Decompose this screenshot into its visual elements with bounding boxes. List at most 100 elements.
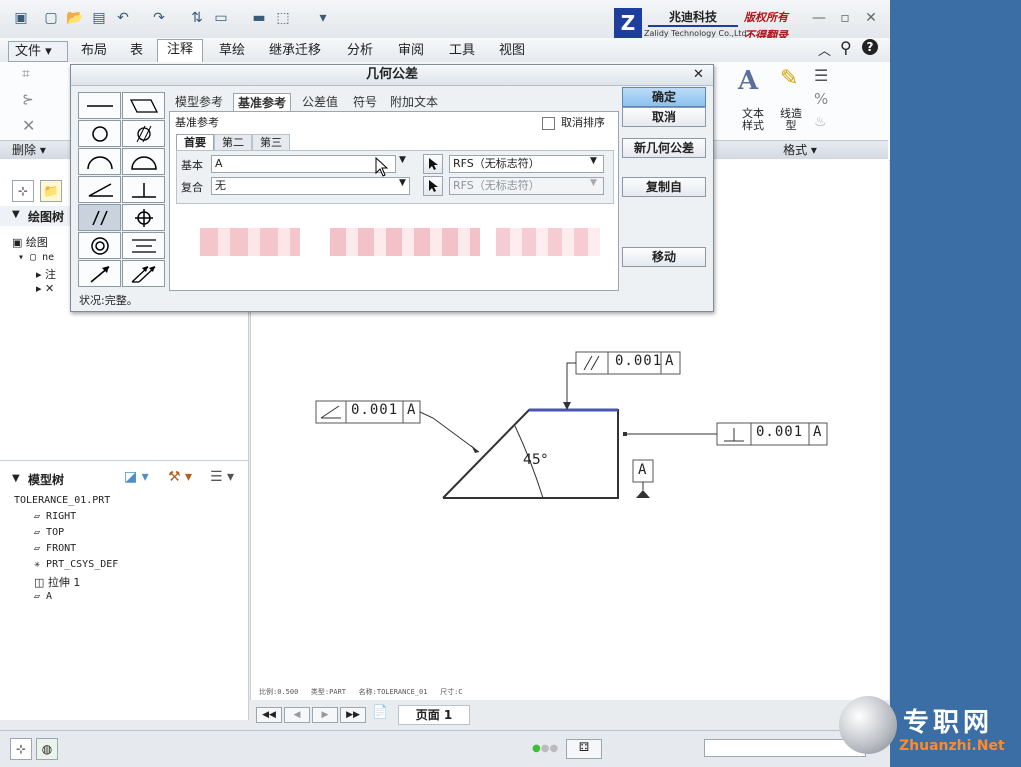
composite-datum-field[interactable]: 无 — [211, 177, 410, 195]
tab-layout[interactable]: 布局 — [72, 41, 116, 61]
tab-review[interactable]: 审阅 — [389, 41, 433, 61]
parallelism-symbol-button[interactable] — [78, 204, 121, 231]
navigator-toggle-icon[interactable]: ⊹ — [10, 738, 32, 760]
copy-from-button[interactable]: 复制自 — [622, 177, 706, 197]
new-page-icon[interactable]: 📄 — [372, 705, 392, 723]
ribbon-format-icon-2[interactable]: % — [814, 90, 828, 108]
help-icon[interactable]: ? — [862, 39, 878, 55]
basic-dropdown-icon[interactable]: ▼ — [399, 155, 406, 165]
collapse-icon[interactable]: ▼ — [12, 209, 20, 220]
tab-model-reference[interactable]: 模型参考 — [171, 93, 227, 111]
tab-table[interactable]: 表 — [121, 41, 152, 61]
move-button[interactable]: 移动 — [622, 247, 706, 267]
model-tree-item-csys[interactable]: ✳ PRT_CSYS_DEF — [34, 559, 118, 570]
file-menu[interactable]: 文件 ▾ — [8, 41, 68, 62]
find-icon[interactable]: ⚃ — [566, 739, 602, 759]
basic-material-condition-select[interactable]: RFS（无标志符） — [449, 155, 604, 173]
basic-select-arrow-button[interactable] — [423, 154, 443, 174]
model-tree-collapse-icon[interactable]: ▼ — [12, 473, 20, 484]
model-tree-root[interactable]: TOLERANCE_01.PRT — [14, 495, 110, 506]
undo-icon[interactable]: ↶ — [112, 8, 134, 28]
select-box-icon[interactable]: ⬚ — [272, 8, 294, 28]
tab-annotate[interactable]: 注释 — [157, 39, 204, 63]
drawing-tree-item-2[interactable]: ▸ ✕ — [36, 282, 54, 295]
new-file-icon[interactable]: ▢ — [40, 8, 62, 28]
delete-x-icon[interactable]: ✕ — [22, 116, 35, 135]
navigator-tree-tab[interactable]: ⊹ — [12, 180, 34, 202]
angularity-symbol-button[interactable] — [78, 176, 121, 203]
tab-analysis[interactable]: 分析 — [338, 41, 382, 61]
tab-sketch[interactable]: 草绘 — [210, 41, 254, 61]
tab-additional-text[interactable]: 附加文本 — [386, 93, 442, 111]
show-icon[interactable]: ◪ ▾ — [124, 469, 149, 485]
format-group-bar[interactable]: 格式 ▾ — [712, 140, 888, 159]
ribbon-tool-icon-2[interactable]: ⊱ — [22, 92, 34, 108]
ribbon-format-icon-1[interactable]: ☰ — [814, 66, 828, 85]
app-icon[interactable]: ▣ — [10, 8, 32, 28]
text-style-label[interactable]: 文本 样式 — [738, 108, 768, 132]
page-tab[interactable]: 页面 1 — [398, 705, 470, 725]
save-icon[interactable]: ▤ — [88, 8, 110, 28]
ribbon-format-icon-3[interactable]: ♨ — [814, 114, 827, 130]
folder-icon[interactable]: ▬ — [248, 8, 270, 28]
subtab-primary[interactable]: 首要 — [176, 134, 214, 151]
flatness-symbol-button[interactable] — [122, 92, 165, 119]
ok-button[interactable]: 确定 — [622, 87, 706, 107]
customize-chevron-icon[interactable]: ▾ — [312, 8, 334, 28]
tab-view[interactable]: 视图 — [490, 41, 534, 61]
tab-datum-reference[interactable]: 基准参考 — [233, 93, 292, 112]
symmetry-symbol-button[interactable] — [122, 232, 165, 259]
basic-datum-field[interactable]: A — [211, 155, 396, 173]
composite-dropdown-icon[interactable]: ▼ — [399, 178, 406, 188]
delete-group-bar[interactable]: 删除 ▾ — [0, 140, 80, 159]
drawing-tree-note[interactable]: ▸ 注 — [36, 266, 56, 282]
redo-icon[interactable]: ↷ — [148, 8, 170, 28]
drawing-tree-item[interactable]: ▣ 绘图 — [12, 234, 48, 250]
minimize-icon[interactable]: — — [808, 8, 830, 28]
concentricity-symbol-button[interactable] — [78, 232, 121, 259]
tab-legacy-migration[interactable]: 继承迁移 — [260, 41, 330, 61]
settings-icon[interactable]: ⚒ ▾ — [168, 469, 192, 485]
line-style-icon[interactable]: ✎ — [780, 66, 798, 91]
model-tree-item-front[interactable]: ▱ FRONT — [34, 543, 76, 554]
total-runout-symbol-button[interactable] — [122, 260, 165, 287]
tab-symbol[interactable]: 符号 — [349, 93, 381, 111]
cylindricity-symbol-button[interactable] — [122, 120, 165, 147]
browser-toggle-icon[interactable]: ◍ — [36, 738, 58, 760]
circularity-symbol-button[interactable] — [78, 120, 121, 147]
regenerate-icon[interactable]: ⇅ — [186, 8, 208, 28]
model-tree-item-top[interactable]: ▱ TOP — [34, 527, 64, 538]
model-tree-item-a[interactable]: ▱ A — [34, 591, 52, 602]
folder-browser-tab[interactable]: 📁 — [40, 180, 62, 202]
first-page-button[interactable]: ◀◀ — [256, 707, 282, 723]
profile-line-symbol-button[interactable] — [78, 148, 121, 175]
perpendicularity-symbol-button[interactable] — [122, 176, 165, 203]
next-page-button[interactable]: ▶ — [312, 707, 338, 723]
maximize-icon[interactable]: ▫ — [834, 8, 856, 28]
profile-surface-symbol-button[interactable] — [122, 148, 165, 175]
last-page-button[interactable]: ▶▶ — [340, 707, 366, 723]
close-icon[interactable]: ✕ — [860, 8, 882, 28]
rfs1-dropdown-icon[interactable]: ▼ — [590, 156, 597, 166]
collapse-ribbon-icon[interactable]: ︿ — [818, 40, 831, 59]
windows-icon[interactable]: ▭ — [210, 8, 232, 28]
line-style-label[interactable]: 线造 型 — [776, 108, 806, 132]
search-icon[interactable]: ⚲ — [840, 38, 852, 57]
rfs2-dropdown-icon[interactable]: ▼ — [590, 178, 597, 188]
position-symbol-button[interactable] — [122, 204, 165, 231]
tab-tools[interactable]: 工具 — [440, 41, 484, 61]
cancel-button[interactable]: 取消 — [622, 107, 706, 127]
tree-columns-icon[interactable]: ☰ ▾ — [210, 469, 234, 485]
straightness-symbol-button[interactable] — [78, 92, 121, 119]
unsort-checkbox[interactable] — [542, 117, 555, 130]
new-gtol-button[interactable]: 新几何公差 — [622, 138, 706, 158]
text-style-icon[interactable]: A — [738, 66, 758, 96]
drawing-tree-ne[interactable]: ▾ ▢ ne — [18, 252, 54, 263]
tab-tolerance-value[interactable]: 公差值 — [298, 93, 342, 111]
composite-material-condition-select[interactable]: RFS（无标志符） — [449, 177, 604, 195]
model-tree-item-extrude[interactable]: ◫ 拉伸 1 — [34, 574, 80, 590]
model-tree-item-right[interactable]: ▱ RIGHT — [34, 511, 76, 522]
prev-page-button[interactable]: ◀ — [284, 707, 310, 723]
angle-dimension[interactable]: 45° — [523, 452, 548, 468]
ribbon-tool-icon-1[interactable]: ⌗ — [22, 66, 30, 82]
